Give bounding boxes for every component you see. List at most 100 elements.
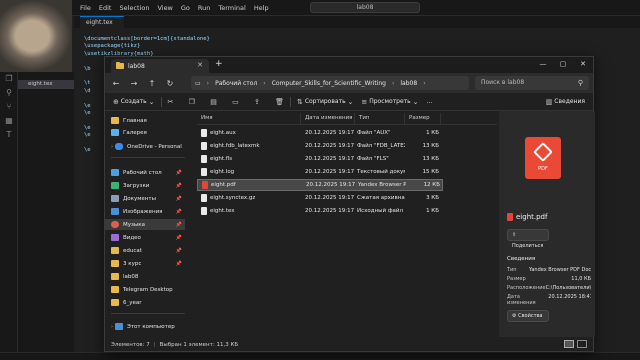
extensions-icon[interactable]: ▦: [0, 114, 18, 128]
nav-item-documents[interactable]: Документы 📌: [105, 193, 185, 204]
menu-go[interactable]: Go: [181, 4, 190, 12]
menu-run[interactable]: Run: [198, 4, 210, 12]
monitor-icon: ▭: [195, 79, 201, 87]
nav-item-gallery[interactable]: Галерея: [105, 127, 185, 138]
maximize-icon[interactable]: ▢: [553, 57, 573, 71]
file-row[interactable]: eight.fls 20.12.2025 19:17 Файл "FLS" 13…: [197, 153, 443, 165]
editor-status-bar: [0, 352, 640, 360]
column-header-name[interactable]: Имя: [197, 113, 301, 125]
nav-item-music[interactable]: Музыка 📌: [105, 219, 185, 230]
menu-edit[interactable]: Edit: [99, 4, 112, 12]
file-list-header: Имя Дата изменения Тип Размер: [197, 113, 497, 125]
chevron-down-icon: ⌄: [148, 97, 155, 106]
rename-icon[interactable]: ▭: [232, 98, 239, 106]
details-view-icon[interactable]: [564, 340, 574, 348]
chevron-right-icon[interactable]: ›: [111, 324, 113, 330]
nav-item-videos[interactable]: Видео 📌: [105, 232, 185, 243]
download-icon: [111, 182, 119, 189]
document-icon: [111, 195, 119, 202]
share-icon[interactable]: ⇪: [254, 98, 260, 106]
breadcrumb[interactable]: ▭ › Рабочий стол › Computer_Skills_for_S…: [191, 76, 469, 90]
cut-icon[interactable]: ✂: [168, 98, 174, 106]
nav-item-6-year[interactable]: 6_year: [105, 297, 185, 308]
forward-arrow-icon[interactable]: →: [127, 79, 141, 88]
menu-file[interactable]: File: [80, 4, 91, 12]
paste-icon[interactable]: ▤: [210, 98, 217, 106]
properties-button[interactable]: ⚙ Свойства: [507, 310, 549, 322]
nav-item-home[interactable]: Главная: [105, 115, 185, 126]
menu-help[interactable]: Help: [254, 4, 269, 12]
source-control-icon[interactable]: ⑂: [0, 100, 18, 114]
menu-view[interactable]: View: [157, 4, 172, 12]
file-row[interactable]: eight.fdb_latexmk 20.12.2025 19:17 Файл …: [197, 140, 443, 152]
menu-terminal[interactable]: Terminal: [218, 4, 245, 12]
delete-icon[interactable]: 🗑: [275, 98, 284, 106]
item-count: Элементов: 7: [111, 342, 150, 348]
create-label: Создать: [120, 98, 147, 105]
nav-item-onedrive[interactable]: › OneDrive - Personal: [105, 141, 185, 152]
details-pane-button[interactable]: ▥ Сведения: [546, 98, 585, 106]
cloud-icon: [115, 143, 123, 150]
back-arrow-icon[interactable]: ←: [109, 79, 123, 88]
pdf-file-icon: [507, 213, 513, 221]
column-header-date[interactable]: Дата изменения: [301, 113, 355, 125]
minimize-icon[interactable]: —: [533, 57, 553, 71]
view-icon: ≡: [361, 97, 368, 106]
command-bar: ⊕ Создать ⌄ ✂ ❐ ▤ ▭ ⇪ 🗑 ⇅ Сортировать ⌄ …: [105, 93, 593, 111]
close-tab-icon[interactable]: ✕: [197, 61, 203, 69]
file-row-selected[interactable]: eight.pdf 20.12.2025 19:17 Yandex Browse…: [197, 179, 443, 191]
file-row[interactable]: eight.aux 20.12.2025 19:17 Файл "AUX" 1 …: [197, 127, 443, 139]
editor-explorer-file[interactable]: eight.tex: [18, 80, 74, 89]
search-input[interactable]: Поиск в lab08 ⚲: [475, 76, 589, 90]
address-bar-row: ← → ↑ ↻ ▭ › Рабочий стол › Computer_Skil…: [105, 73, 593, 93]
view-label: Просмотреть: [369, 98, 411, 105]
column-header-type[interactable]: Тип: [355, 113, 405, 125]
nav-item-lab08[interactable]: lab08: [105, 271, 185, 282]
column-header-size[interactable]: Размер: [405, 113, 441, 125]
more-button[interactable]: ...: [427, 98, 433, 105]
nav-item-downloads[interactable]: Загрузки 📌: [105, 180, 185, 191]
share-button[interactable]: ⇪ Поделиться: [507, 229, 549, 249]
create-button[interactable]: ⊕ Создать ⌄: [113, 98, 155, 106]
breadcrumb-item[interactable]: lab08: [400, 80, 417, 87]
up-arrow-icon[interactable]: ↑: [145, 79, 159, 88]
folder-icon: [111, 286, 119, 293]
breadcrumb-item[interactable]: Рабочий стол: [215, 80, 257, 87]
editor-tab[interactable]: eight.tex: [80, 16, 124, 28]
new-tab-button[interactable]: +: [215, 59, 223, 69]
nav-item-3-kurs[interactable]: 3 курс 📌: [105, 258, 185, 269]
search-icon[interactable]: ⚲: [0, 86, 18, 100]
view-button[interactable]: ≡ Просмотреть ⌄: [361, 98, 418, 106]
editor-command-center[interactable]: lab08: [310, 2, 420, 13]
file-row[interactable]: eight.synctex.gz 20.12.2025 19:17 Сжатая…: [197, 192, 443, 204]
nav-item-educat[interactable]: educat 📌: [105, 245, 185, 256]
nav-item-telegram-desktop[interactable]: Telegram Desktop: [105, 284, 185, 295]
file-row[interactable]: eight.log 20.12.2025 19:17 Текстовый док…: [197, 166, 443, 178]
navigation-pane: Главная Галерея › OneDrive - Personal Раб…: [105, 111, 191, 337]
folder-icon: [111, 247, 119, 254]
explorer-tab-bar: lab08 ✕ + — ▢ ✕: [105, 57, 593, 73]
sort-button[interactable]: ⇅ Сортировать ⌄: [297, 98, 353, 106]
tex-icon[interactable]: T: [0, 128, 18, 142]
nav-item-this-pc[interactable]: › Этот компьютер: [105, 321, 185, 332]
nav-item-desktop[interactable]: Рабочий стол 📌: [105, 167, 185, 178]
explorer-tab[interactable]: lab08 ✕: [111, 59, 209, 73]
file-row[interactable]: eight.tex 20.12.2025 19:17 Исходный файл…: [197, 205, 443, 217]
tiles-view-icon[interactable]: [577, 340, 587, 348]
search-icon: ⚲: [577, 79, 583, 87]
pdf-icon-label: PDF: [538, 166, 548, 172]
details-section-title: Сведения: [507, 256, 536, 262]
close-window-icon[interactable]: ✕: [573, 57, 593, 71]
chevron-right-icon[interactable]: ›: [111, 144, 113, 150]
copy-icon[interactable]: ❐: [189, 98, 195, 106]
refresh-icon[interactable]: ↻: [163, 79, 177, 88]
explorer-icon[interactable]: ❐: [0, 72, 18, 86]
editor-tab-strip: [74, 16, 640, 28]
code-line: \documentclass[border=1cm]{standalone}: [84, 36, 210, 42]
breadcrumb-item[interactable]: Computer_Skills_for_Scientific_Writing: [272, 80, 386, 87]
pictures-icon: [111, 208, 119, 215]
menu-selection[interactable]: Selection: [119, 4, 149, 12]
editor-sidebar: [18, 72, 74, 360]
folder-icon: [111, 273, 119, 280]
nav-item-pictures[interactable]: Изображения 📌: [105, 206, 185, 217]
